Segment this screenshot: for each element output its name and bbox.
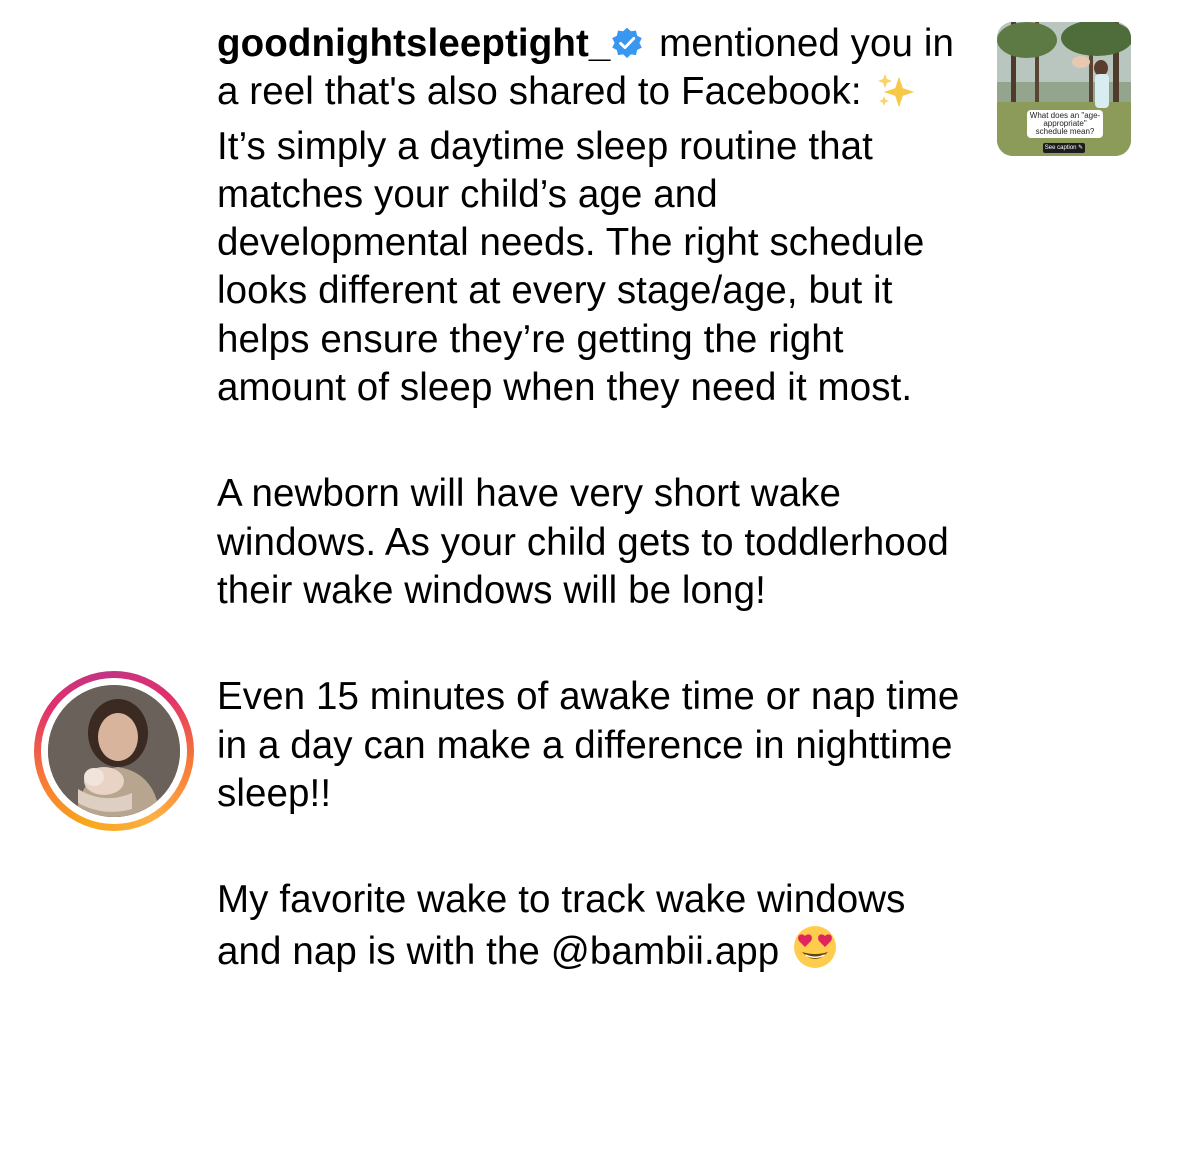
avatar[interactable] [48, 685, 180, 817]
paragraph-1: It’s simply a daytime sleep routine that… [217, 70, 936, 410]
heart-eyes-emoji-icon [790, 924, 840, 982]
username-link[interactable]: goodnightsleeptight_ [217, 22, 610, 65]
mention-notification[interactable]: goodnightsleeptight_ mentioned you in a … [0, 0, 1179, 1155]
reel-thumbnail[interactable]: What does an "age-appropriate" schedule … [997, 22, 1131, 156]
paragraph-4-wrapper: My favorite wake to track wake windows a… [217, 876, 977, 983]
thumbnail-caption: What does an "age-appropriate" schedule … [1027, 110, 1103, 138]
avatar-gap [41, 678, 187, 824]
paragraph-2: A newborn will have very short wake wind… [217, 472, 960, 612]
story-ring[interactable] [34, 671, 194, 831]
verified-badge-icon [612, 27, 643, 58]
paragraph-spacer [217, 615, 977, 673]
paragraph-spacer [217, 818, 977, 876]
avatar-photo [48, 685, 180, 817]
sparkles-emoji-icon [872, 70, 924, 122]
notification-text: goodnightsleeptight_ mentioned you in a … [217, 20, 977, 983]
intro-paragraph: goodnightsleeptight_ mentioned you in a … [217, 20, 977, 412]
thumbnail-see-caption-pill: See caption ✎ [1043, 143, 1085, 153]
paragraph-spacer [217, 412, 977, 470]
paragraph-3: Even 15 minutes of awake time or nap tim… [217, 675, 971, 815]
